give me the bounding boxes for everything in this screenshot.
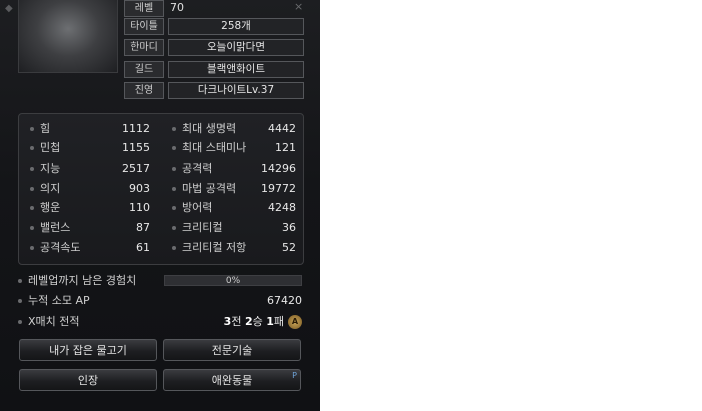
stat-value: 4248 <box>268 201 296 214</box>
stat-row: 방어력 4248 <box>172 199 296 217</box>
stat-label: 방어력 <box>182 201 213 214</box>
level-label: 레벨 <box>124 0 164 17</box>
comment-value[interactable]: 오늘이맑다면 <box>168 39 304 56</box>
title-label: 타이틀 <box>124 18 164 35</box>
bullet-icon <box>172 127 176 131</box>
stat-value: 4442 <box>268 122 296 135</box>
stat-row: 의지 903 <box>30 180 150 198</box>
stat-value: 61 <box>136 241 150 254</box>
stat-row: 크리티컬 36 <box>172 219 296 237</box>
stat-value: 1112 <box>122 122 150 135</box>
xmatch-wins: 2 <box>244 315 253 328</box>
exp-label: 레벨업까지 남은 경험치 <box>28 274 137 287</box>
stat-row: 행운 110 <box>30 199 150 217</box>
level-value: 70 <box>170 1 184 14</box>
stat-row: 민첩 1155 <box>30 139 150 157</box>
bullet-icon <box>30 206 34 210</box>
xmatch-losses-unit: 패 <box>273 315 284 328</box>
stat-label: 밸런스 <box>40 221 71 234</box>
xmatch-label: X매치 전적 <box>28 315 80 328</box>
faction-label: 진영 <box>124 82 164 99</box>
bullet-icon <box>30 127 34 131</box>
bullet-icon <box>18 279 22 283</box>
stat-label: 힘 <box>40 122 51 135</box>
stat-row: 공격력 14296 <box>172 160 296 178</box>
stat-label: 지능 <box>40 162 61 175</box>
xmatch-row: X매치 전적 3전 2승 1패 A <box>18 313 302 331</box>
exp-row: 레벨업까지 남은 경험치 0% <box>18 272 302 290</box>
pets-hotkey: P <box>292 371 297 380</box>
title-count[interactable]: 258개 <box>168 18 304 35</box>
stat-label: 의지 <box>40 182 61 195</box>
stat-row: 힘 1112 <box>30 120 150 138</box>
stat-label: 최대 스태미나 <box>182 141 247 154</box>
stat-value: 2517 <box>122 162 150 175</box>
stat-label: 민첩 <box>40 141 61 154</box>
rank-medal-icon: A <box>288 315 302 329</box>
xmatch-losses: 1 <box>266 315 274 328</box>
stat-row: 크리티컬 저항 52 <box>172 239 296 257</box>
life-skills-button[interactable]: 전문기술 <box>163 339 301 361</box>
bullet-icon <box>18 320 22 324</box>
stat-value: 19772 <box>261 182 296 195</box>
stat-row: 지능 2517 <box>30 160 150 178</box>
bullet-icon <box>172 206 176 210</box>
stat-value: 110 <box>129 201 150 214</box>
exp-progress-bar: 0% <box>164 275 302 286</box>
stat-row: 밸런스 87 <box>30 219 150 237</box>
stat-row: 최대 생명력 4442 <box>172 120 296 138</box>
xmatch-record: 3전 2승 1패 <box>224 313 284 331</box>
bullet-icon <box>30 226 34 230</box>
stat-label: 행운 <box>40 201 61 214</box>
pets-label: 애완동물 <box>211 374 253 387</box>
bullet-icon <box>30 187 34 191</box>
exp-percent: 0% <box>225 276 241 286</box>
stat-value: 903 <box>129 182 150 195</box>
corner-ornament-icon: ◆ <box>5 3 13 14</box>
stat-label: 최대 생명력 <box>182 122 237 135</box>
ap-row: 누적 소모 AP 67420 <box>18 292 302 310</box>
stat-value: 52 <box>282 241 296 254</box>
bullet-icon <box>30 146 34 150</box>
xmatch-wins-unit: 승 <box>252 315 263 328</box>
stat-label: 공격속도 <box>40 241 81 254</box>
bullet-icon <box>172 167 176 171</box>
seal-button[interactable]: 인장 <box>19 369 157 391</box>
faction-value[interactable]: 다크나이트Lv.37 <box>168 82 304 99</box>
xmatch-draws-unit: 전 <box>231 315 242 328</box>
character-portrait <box>18 0 118 73</box>
bullet-icon <box>172 246 176 250</box>
stat-value: 14296 <box>261 162 296 175</box>
pets-button[interactable]: 애완동물 P <box>163 369 301 391</box>
guild-label: 길드 <box>124 61 164 78</box>
bullet-icon <box>172 146 176 150</box>
stat-label: 크리티컬 <box>182 221 223 234</box>
caught-fish-button[interactable]: 내가 잡은 물고기 <box>19 339 157 361</box>
ap-label: 누적 소모 AP <box>28 294 90 307</box>
bullet-icon <box>30 246 34 250</box>
stat-label: 크리티컬 저항 <box>182 241 247 254</box>
stat-row: 공격속도 61 <box>30 239 150 257</box>
stat-value: 36 <box>282 221 296 234</box>
bullet-icon <box>18 299 22 303</box>
guild-name[interactable]: 블랙앤화이트 <box>168 61 304 78</box>
close-icon[interactable]: × <box>294 0 303 13</box>
stat-row: 최대 스태미나 121 <box>172 139 296 157</box>
character-info-panel: ◆ × 레벨 70 타이틀 258개 한마디 오늘이맑다면 길드 블랙앤화이트 … <box>0 0 320 411</box>
comment-label: 한마디 <box>124 39 164 56</box>
stat-row: 마법 공격력 19772 <box>172 180 296 198</box>
stat-value: 87 <box>136 221 150 234</box>
bullet-icon <box>172 226 176 230</box>
stat-value: 121 <box>275 141 296 154</box>
stat-value: 1155 <box>122 141 150 154</box>
ap-value: 67420 <box>267 294 302 307</box>
bullet-icon <box>172 187 176 191</box>
stat-label: 마법 공격력 <box>182 182 237 195</box>
bullet-icon <box>30 167 34 171</box>
stat-label: 공격력 <box>182 162 213 175</box>
